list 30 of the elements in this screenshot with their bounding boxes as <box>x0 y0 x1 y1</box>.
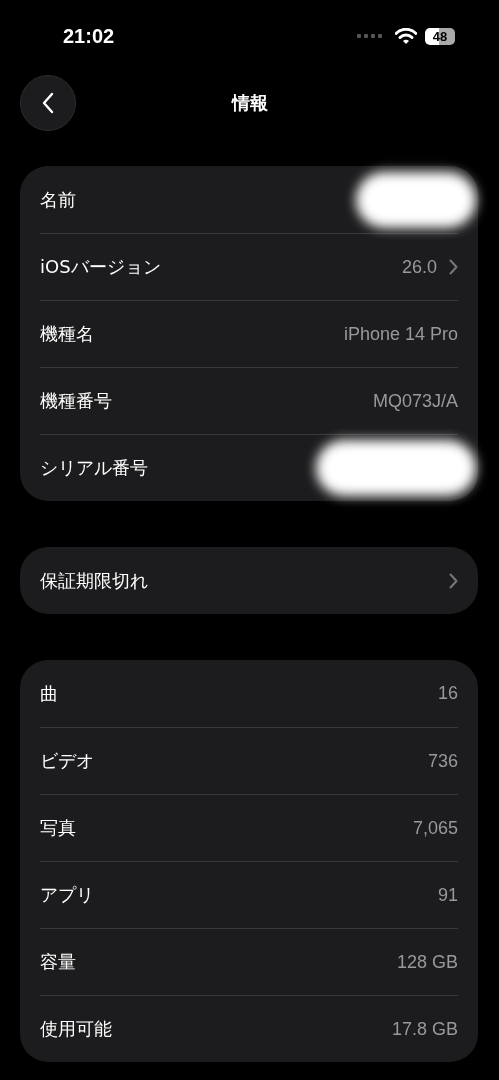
row-label: 機種番号 <box>40 389 112 413</box>
row-label: 使用可能 <box>40 1017 112 1041</box>
row-value: 17.8 GB <box>391 1018 458 1040</box>
row-label: 機種名 <box>40 322 94 346</box>
row-label: 名前 <box>40 187 76 212</box>
row-label: iOSバージョン <box>40 255 161 279</box>
back-button[interactable] <box>20 75 76 131</box>
page-title: 情報 <box>231 91 268 115</box>
row-label: 写真 <box>40 816 76 840</box>
row-label: 曲 <box>40 681 58 706</box>
battery-icon: 48 <box>425 27 455 45</box>
row-label: ビデオ <box>40 749 94 773</box>
back-chevron-icon <box>41 92 55 114</box>
row-value: 26.0 <box>401 256 437 278</box>
wifi-icon <box>395 28 417 44</box>
row-value: 128 GB <box>396 951 458 973</box>
row-value: iPhone 14 Pro <box>343 323 458 345</box>
row-value: 7,065 <box>412 817 458 839</box>
chevron-icon[interactable] <box>449 259 458 275</box>
row-value: 736 <box>427 750 458 772</box>
row-value: MQ073J/A <box>372 390 458 412</box>
status-time: 21:02 <box>63 24 115 48</box>
chevron-icon[interactable] <box>449 572 458 589</box>
row-label: 保証期限切れ <box>40 568 148 593</box>
row-label: アプリ <box>40 883 94 907</box>
signal-icon <box>357 34 383 38</box>
row-label: 容量 <box>40 950 76 974</box>
row-value: 16 <box>437 683 458 704</box>
row-value: 91 <box>437 884 458 906</box>
row-label: シリアル番号 <box>40 456 148 480</box>
